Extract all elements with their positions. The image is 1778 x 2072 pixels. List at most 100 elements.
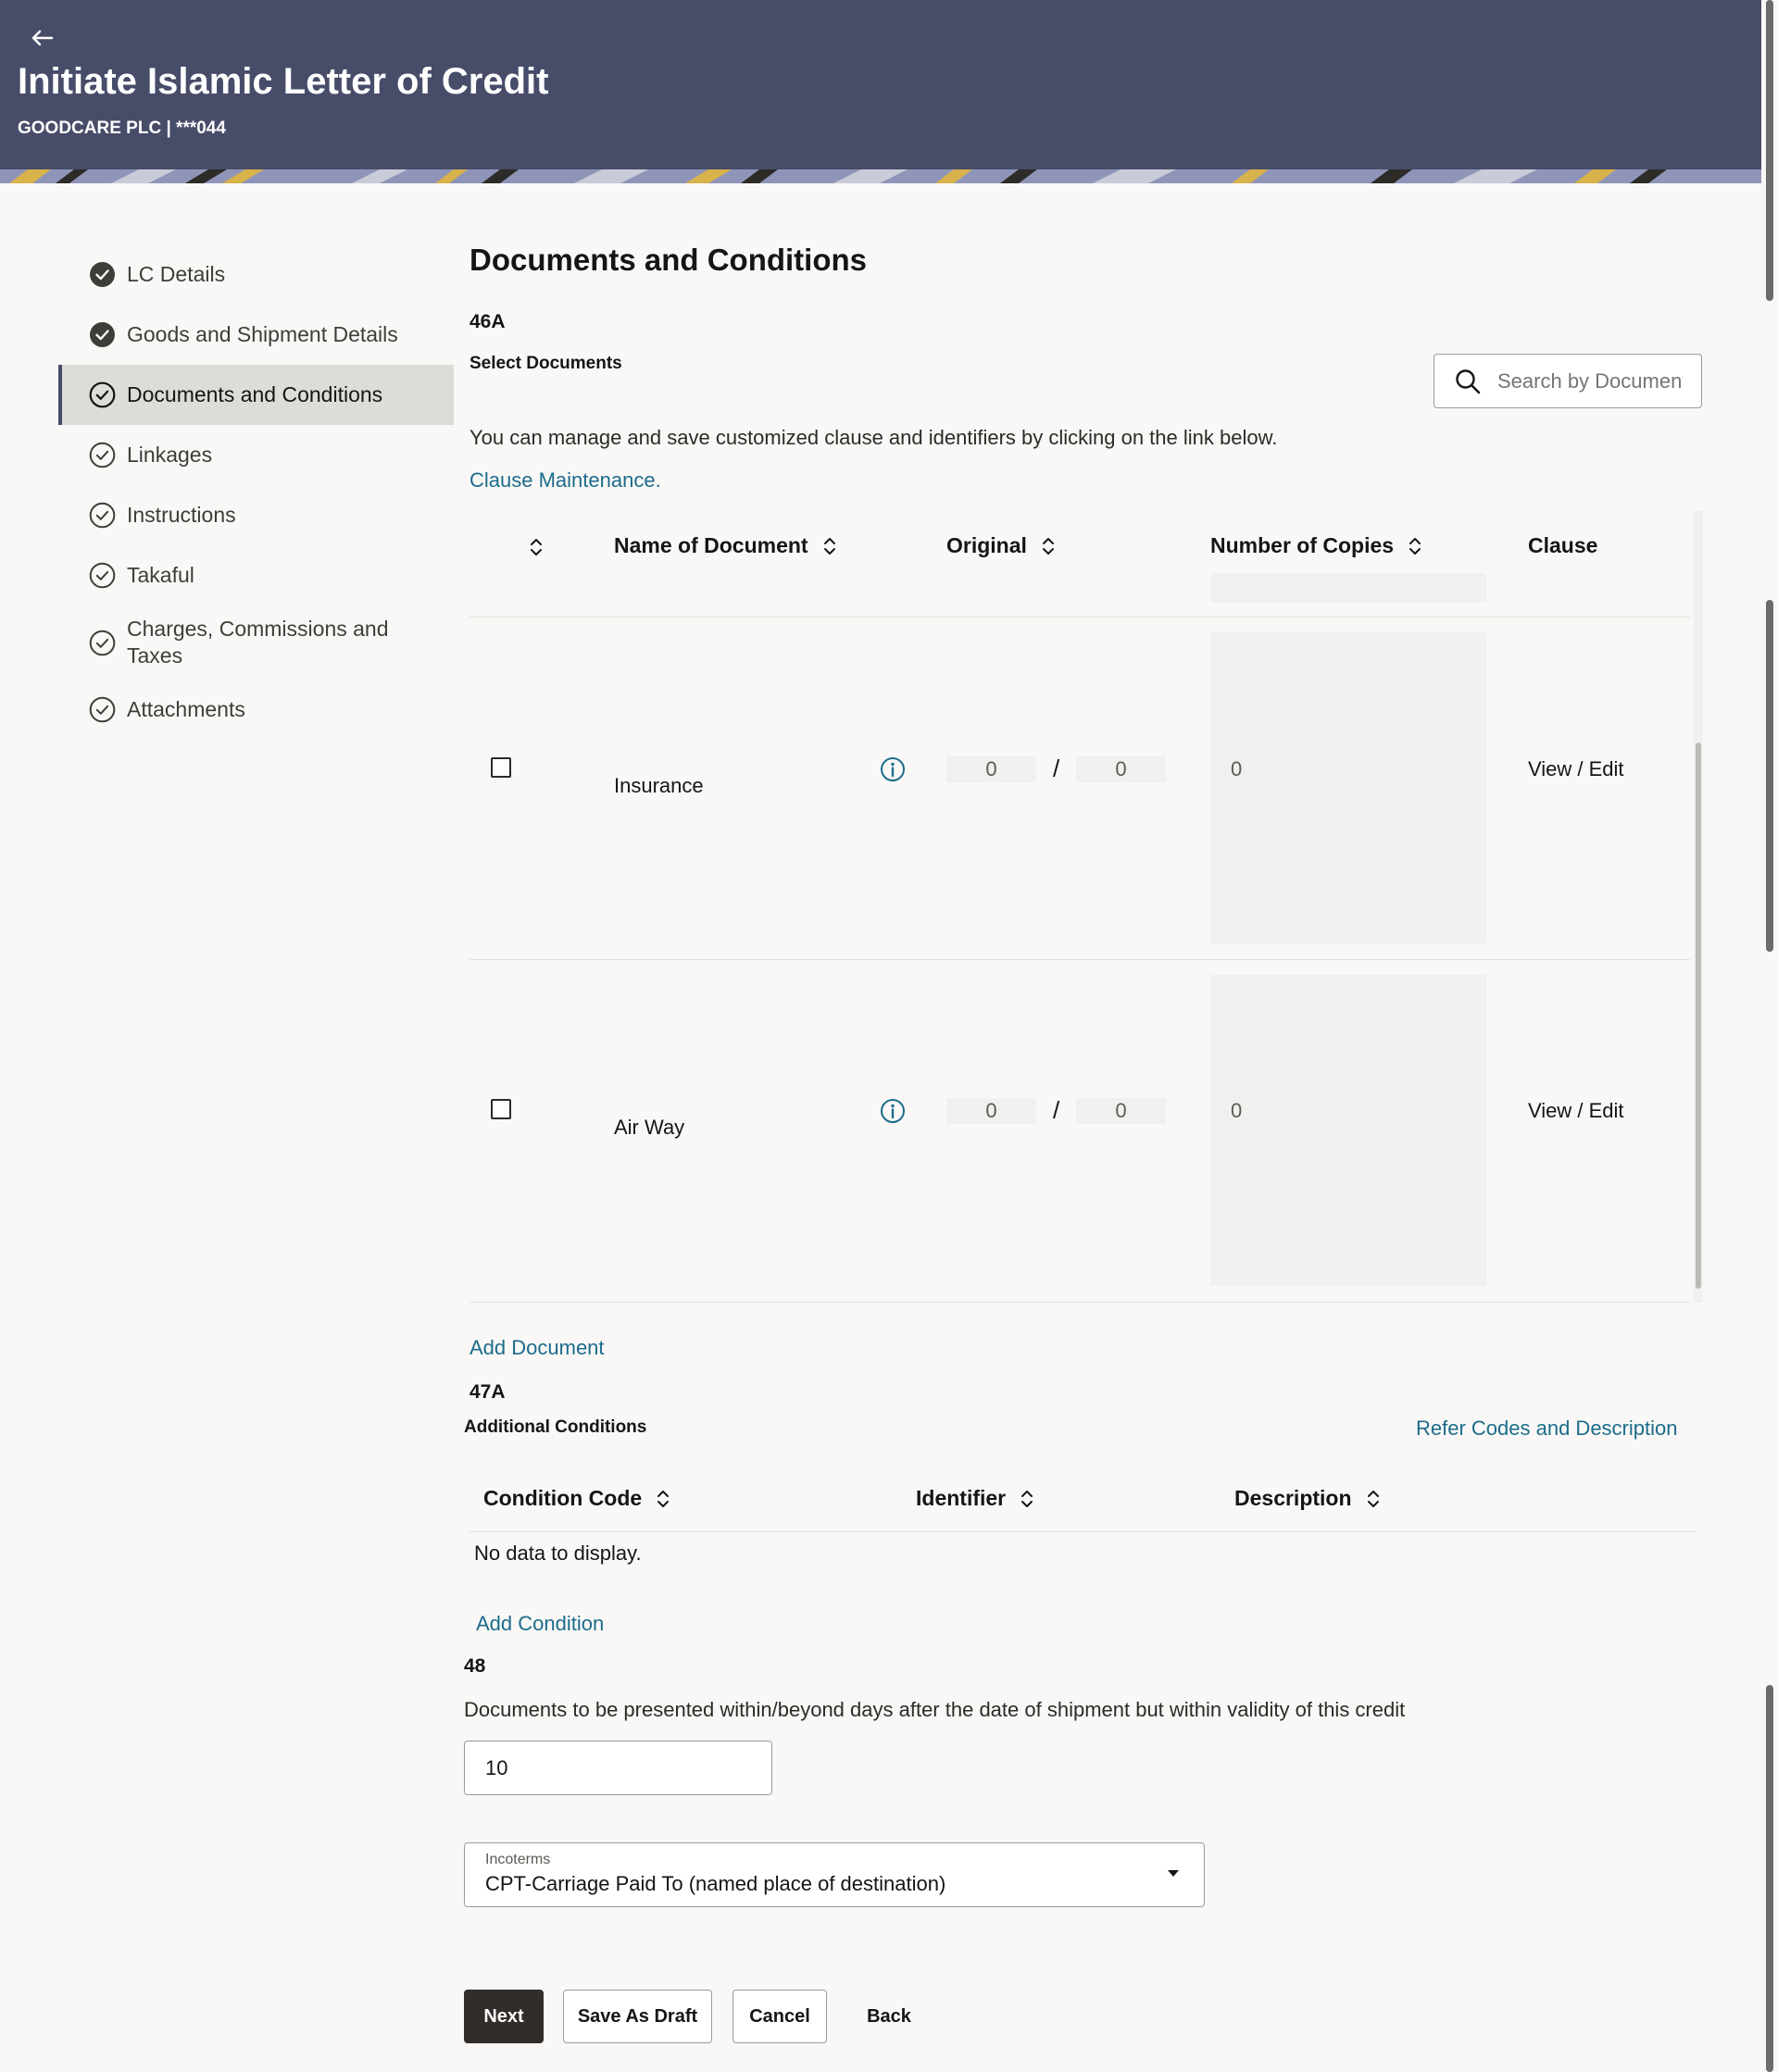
save-as-draft-button[interactable]: Save As Draft: [563, 1990, 712, 2043]
sort-icon[interactable]: [1407, 536, 1423, 556]
nav-item-charges-commissions-taxes[interactable]: Charges, Commissions and Taxes: [58, 605, 454, 680]
cancel-button[interactable]: Cancel: [732, 1990, 827, 2043]
next-button[interactable]: Next: [464, 1990, 544, 2043]
documents-table: Name of Document Original Number of Copi…: [470, 511, 1703, 1303]
column-header-label: Number of Copies: [1210, 533, 1395, 557]
completed-check-icon: [90, 322, 115, 347]
decorative-banner-strip: [0, 169, 1761, 183]
view-edit-clause-link[interactable]: View / Edit: [1528, 1099, 1624, 1123]
column-header-label: Description: [1234, 1486, 1352, 1510]
column-header-clause: Clause: [1528, 533, 1597, 558]
documents-presented-label: Documents to be presented within/beyond …: [464, 1698, 1406, 1721]
info-icon[interactable]: [880, 1098, 906, 1124]
back-button[interactable]: Back: [852, 1990, 926, 2043]
field-code-46a: 46A: [470, 311, 506, 332]
incoterms-select[interactable]: Incoterms CPT-Carriage Paid To (named pl…: [464, 1842, 1205, 1907]
column-header-original[interactable]: Original: [946, 533, 1057, 558]
column-header-identifier[interactable]: Identifier: [916, 1486, 1035, 1511]
back-arrow-icon[interactable]: [28, 24, 56, 52]
original-separator: /: [1053, 755, 1060, 782]
nav-item-lc-details[interactable]: LC Details: [58, 244, 454, 305]
field-code-47a: 47A: [470, 1381, 506, 1403]
page-scrollbar-thumb[interactable]: [1766, 0, 1773, 301]
search-input[interactable]: [1497, 368, 1683, 393]
number-of-copies-value: 0: [1231, 1099, 1243, 1122]
table-scrollbar-thumb[interactable]: [1696, 743, 1701, 1289]
row-select-checkbox[interactable]: [491, 1099, 511, 1119]
nav-item-takaful[interactable]: Takaful: [58, 545, 454, 605]
page-scrollbar[interactable]: [1762, 0, 1778, 2072]
info-icon[interactable]: [880, 756, 906, 782]
pending-check-icon: [89, 630, 116, 655]
nav-item-label: Attachments: [127, 697, 245, 721]
step-navigation: LC Details Goods and Shipment Details Do…: [58, 244, 454, 740]
documents-table-header: Name of Document Original Number of Copi…: [470, 511, 1690, 618]
column-header-condition-code[interactable]: Condition Code: [483, 1486, 671, 1511]
sort-icon[interactable]: [821, 536, 838, 556]
nav-item-attachments[interactable]: Attachments: [58, 680, 454, 740]
column-header-number-of-copies[interactable]: Number of Copies: [1210, 533, 1423, 558]
copies-input-area[interactable]: [1210, 632, 1486, 943]
pending-check-icon: [89, 562, 116, 589]
nav-item-linkages[interactable]: Linkages: [58, 425, 454, 485]
copies-input-area[interactable]: [1210, 975, 1486, 1286]
row-select-checkbox[interactable]: [491, 757, 511, 778]
caret-down-icon: [1168, 1870, 1179, 1877]
section-title: Documents and Conditions: [470, 243, 867, 277]
original-separator: /: [1053, 1096, 1060, 1124]
page-scrollbar-thumb-lower[interactable]: [1766, 1685, 1773, 2072]
nav-item-instructions[interactable]: Instructions: [58, 485, 454, 545]
column-header-label: Original: [946, 533, 1027, 557]
nav-item-documents-conditions[interactable]: Documents and Conditions: [58, 365, 454, 425]
page-header: Initiate Islamic Letter of Credit GOODCA…: [0, 0, 1761, 183]
manage-clause-info-text: You can manage and save customized claus…: [470, 426, 1278, 449]
column-header-label: Clause: [1528, 533, 1598, 557]
incoterms-label: Incoterms: [485, 1852, 551, 1867]
original-count-input[interactable]: 0: [946, 756, 1036, 782]
copies-column-filter: [1210, 573, 1486, 603]
pending-check-icon: [89, 696, 116, 723]
document-name: Insurance: [614, 774, 704, 797]
column-header-label: Identifier: [916, 1486, 1007, 1510]
select-documents-label: Select Documents: [470, 354, 622, 373]
sort-icon[interactable]: [1019, 1489, 1035, 1509]
sort-icon[interactable]: [655, 1489, 671, 1509]
original-total-input[interactable]: 0: [1076, 756, 1166, 782]
number-of-copies-value: 0: [1231, 757, 1243, 780]
conditions-table-header: Condition Code Identifier Description: [470, 1467, 1697, 1532]
add-document-link[interactable]: Add Document: [470, 1336, 605, 1360]
sort-icon[interactable]: [1040, 536, 1057, 556]
completed-check-icon: [90, 262, 115, 287]
column-header-label: Condition Code: [483, 1486, 643, 1510]
table-row: Insurance 0 / 0 0 View / Edit: [470, 618, 1690, 960]
field-code-48: 48: [464, 1655, 486, 1677]
presentation-days-input[interactable]: [464, 1741, 772, 1795]
page-title: Initiate Islamic Letter of Credit: [18, 61, 549, 102]
nav-item-goods-shipment[interactable]: Goods and Shipment Details: [58, 305, 454, 365]
conditions-table: Condition Code Identifier Description: [470, 1467, 1697, 1532]
nav-item-label: Documents and Conditions: [127, 382, 383, 406]
column-header-description[interactable]: Description: [1234, 1486, 1382, 1511]
additional-conditions-label: Additional Conditions: [464, 1417, 647, 1437]
page-scrollbar-thumb-secondary[interactable]: [1766, 600, 1773, 952]
sort-icon[interactable]: [528, 537, 545, 557]
original-count-input[interactable]: 0: [946, 1098, 1036, 1124]
original-total-input[interactable]: 0: [1076, 1098, 1166, 1124]
conditions-empty-message: No data to display.: [474, 1542, 642, 1565]
nav-item-label: Instructions: [127, 503, 236, 527]
incoterms-value: CPT-Carriage Paid To (named place of des…: [485, 1872, 946, 1895]
sort-icon[interactable]: [1365, 1489, 1382, 1509]
refer-codes-link[interactable]: Refer Codes and Description: [1416, 1417, 1677, 1441]
pending-check-icon: [89, 502, 116, 529]
document-search[interactable]: [1434, 354, 1702, 408]
search-icon: [1456, 368, 1481, 393]
nav-item-label: Goods and Shipment Details: [127, 322, 398, 346]
column-header-name-of-document[interactable]: Name of Document: [614, 533, 838, 558]
clause-maintenance-link[interactable]: Clause Maintenance.: [470, 468, 661, 493]
party-account-subtitle: GOODCARE PLC | ***044: [18, 119, 226, 138]
table-scrollbar[interactable]: [1694, 511, 1703, 1303]
view-edit-clause-link[interactable]: View / Edit: [1528, 757, 1624, 781]
nav-item-label: Charges, Commissions and Taxes: [127, 617, 389, 668]
nav-item-label: Linkages: [127, 443, 213, 467]
add-condition-link[interactable]: Add Condition: [476, 1612, 604, 1636]
